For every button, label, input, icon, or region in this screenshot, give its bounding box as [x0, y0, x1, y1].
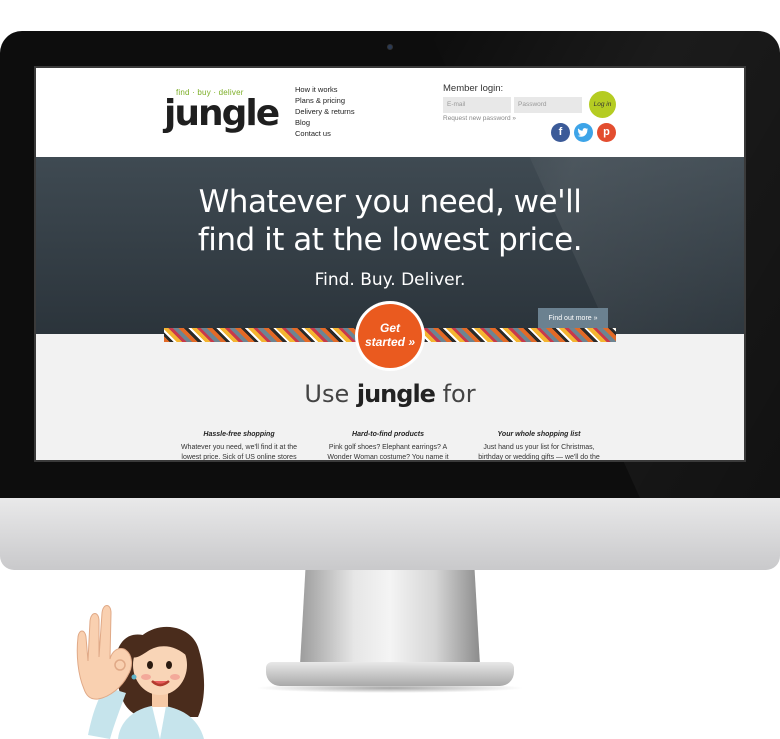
monitor-chin	[0, 498, 780, 570]
login-button[interactable]: Log in	[589, 91, 616, 118]
camera-icon	[387, 44, 393, 50]
heading-brand: jungle	[356, 380, 436, 408]
pinterest-icon[interactable]: p	[597, 123, 616, 142]
feature-hassle-free: Hassle-free shopping Whatever you need, …	[174, 431, 304, 461]
nav-blog[interactable]: Blog	[295, 117, 355, 128]
get-started-line1: Get	[379, 321, 400, 335]
heading-prefix: Use	[304, 380, 357, 408]
email-field[interactable]: E-mail	[443, 97, 511, 113]
main-nav: How it works Plans & pricing Delivery & …	[295, 84, 355, 139]
find-out-more-button[interactable]: Find out more »	[538, 308, 608, 329]
feature-text: Pink golf shoes? Elephant earrings? A Wo…	[327, 444, 449, 461]
nav-contact-us[interactable]: Contact us	[295, 128, 355, 139]
nav-delivery-returns[interactable]: Delivery & returns	[295, 106, 355, 117]
monitor-stand-base	[266, 662, 514, 686]
site-header: find · buy · deliver jungle How it works…	[36, 68, 744, 157]
feature-title: Hassle-free shopping	[203, 431, 275, 438]
request-password-link[interactable]: Request new password »	[443, 115, 516, 122]
feature-text: Just hand us your list for Christmas, bi…	[478, 444, 600, 461]
feature-shopping-list: Your whole shopping list Just hand us yo…	[474, 431, 604, 461]
cartoon-woman-ok-illustration	[76, 605, 205, 739]
facebook-icon[interactable]: f	[551, 123, 570, 142]
hero-title-line1: Whatever you need, we'll	[198, 184, 582, 220]
member-login-title: Member login:	[443, 83, 504, 94]
monitor-stand-neck	[300, 570, 480, 665]
jungle-logo[interactable]: find · buy · deliver jungle	[164, 88, 280, 134]
hero-subtitle: Find. Buy. Deliver.	[314, 270, 466, 290]
heading-suffix: for	[434, 380, 476, 408]
hero-title-line2: find it at the lowest price.	[197, 222, 583, 258]
logo-wordmark: jungle	[164, 93, 280, 134]
get-started-button[interactable]: Get started »	[358, 304, 422, 368]
password-field[interactable]: Password	[514, 97, 582, 113]
feature-text: Whatever you need, we'll find it at the …	[180, 444, 298, 461]
nav-plans-pricing[interactable]: Plans & pricing	[295, 95, 355, 106]
monitor-screen: find · buy · deliver jungle How it works…	[34, 66, 746, 462]
nav-how-it-works[interactable]: How it works	[295, 84, 355, 95]
section-heading: Use jungle for	[36, 380, 744, 408]
feature-title: Hard-to-find products	[352, 431, 424, 438]
twitter-icon[interactable]	[574, 123, 593, 142]
twitter-bird-icon	[577, 128, 588, 137]
feature-title: Your whole shopping list	[497, 431, 581, 438]
feature-hard-to-find: Hard-to-find products Pink golf shoes? E…	[323, 431, 453, 461]
hero-title: Whatever you need, we'll find it at the …	[36, 183, 744, 259]
get-started-line2: started »	[364, 335, 416, 349]
